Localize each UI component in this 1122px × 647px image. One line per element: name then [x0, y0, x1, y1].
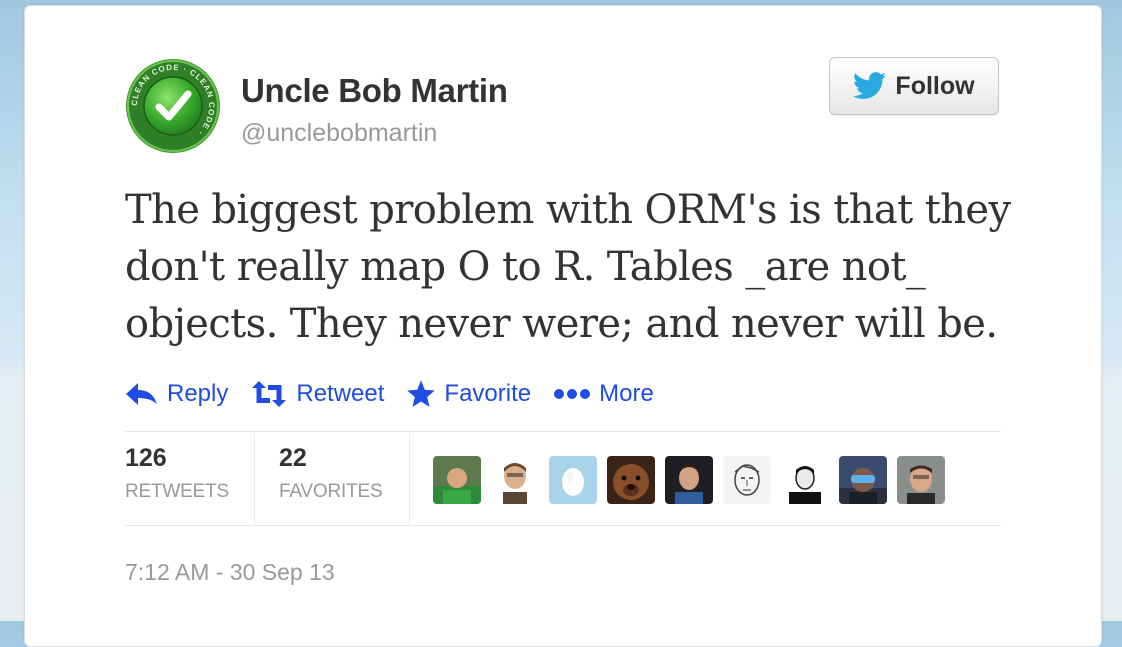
tweet-line: don't really map O to R. Tables _are not…	[125, 244, 926, 290]
user-display-name[interactable]: Uncle Bob Martin	[241, 72, 508, 110]
favoriter-avatar[interactable]	[897, 456, 945, 504]
more-dots-icon	[553, 387, 591, 401]
tweet-timestamp[interactable]: 7:12 AM - 30 Sep 13	[125, 559, 335, 586]
favoriter-avatar[interactable]	[839, 456, 887, 504]
reply-label: Reply	[167, 380, 229, 407]
retweet-label: Retweet	[296, 380, 385, 407]
favoriter-avatar[interactable]	[549, 456, 597, 504]
favoriter-avatar[interactable]	[723, 456, 771, 504]
more-action[interactable]: More	[553, 380, 654, 408]
favorite-action[interactable]: Favorite	[406, 379, 531, 409]
divider	[409, 433, 410, 525]
favoriter-avatars	[433, 456, 955, 504]
more-label: More	[599, 380, 654, 407]
tweet-actions: Reply Retweet Favorite More	[125, 374, 676, 414]
divider	[125, 431, 1001, 432]
reply-action[interactable]: Reply	[125, 380, 228, 408]
favorite-label: Favorite	[444, 380, 532, 407]
star-icon	[406, 379, 436, 409]
favoriter-avatar[interactable]	[433, 456, 481, 504]
clean-code-check-badge-icon: CLEAN CODE · CLEAN CODE ·	[126, 59, 220, 153]
retweets-stat[interactable]: 126 RETWEETS	[125, 444, 229, 503]
retweet-action[interactable]: Retweet	[250, 380, 384, 408]
favorites-count: 22	[279, 444, 307, 472]
reply-arrow-icon	[125, 382, 159, 406]
tweet-line: objects. They never were; and never will…	[125, 301, 998, 347]
favorites-label: FAVORITES	[279, 481, 383, 502]
favoriter-avatar[interactable]	[607, 456, 655, 504]
tweet-card: CLEAN CODE · CLEAN CODE · Uncle Bob Mart…	[24, 5, 1102, 647]
twitter-bird-icon	[853, 72, 887, 99]
tweet-text: The biggest problem with ORM's is that t…	[125, 182, 1025, 353]
favorites-stat[interactable]: 22 FAVORITES	[279, 444, 383, 503]
favoriter-avatar[interactable]	[781, 456, 829, 504]
follow-button[interactable]: Follow	[829, 57, 999, 115]
favoriter-avatar[interactable]	[491, 456, 539, 504]
retweet-icon	[250, 381, 288, 407]
retweets-count: 126	[125, 444, 167, 472]
divider	[254, 433, 255, 525]
user-handle[interactable]: @unclebobmartin	[241, 119, 437, 148]
tweet-line: The biggest problem with ORM's is that t…	[125, 187, 1011, 233]
follow-button-label: Follow	[895, 71, 975, 100]
favoriter-avatar[interactable]	[665, 456, 713, 504]
divider	[125, 525, 1001, 526]
retweets-label: RETWEETS	[125, 481, 229, 502]
user-avatar[interactable]: CLEAN CODE · CLEAN CODE ·	[125, 58, 221, 154]
